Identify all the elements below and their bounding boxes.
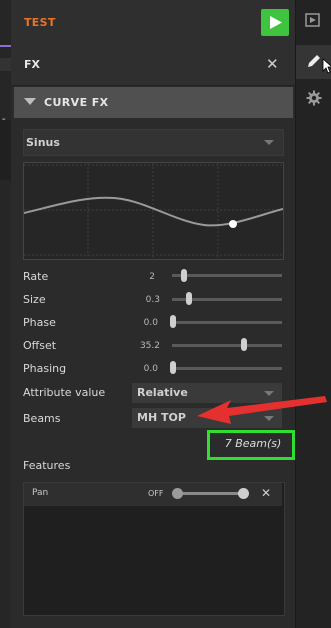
left-dropdown-stub[interactable]: ▾	[0, 58, 11, 124]
param-thumb-phasing[interactable]	[170, 361, 176, 374]
param-value-rate: 2	[149, 272, 155, 282]
param-slider-phase[interactable]	[172, 321, 282, 324]
param-slider-offset[interactable]	[172, 344, 282, 347]
param-thumb-rate[interactable]	[181, 269, 187, 282]
curve-preview	[23, 162, 284, 260]
left-accent-line	[0, 45, 11, 47]
gear-icon[interactable]	[306, 90, 322, 106]
param-label-offset: Offset	[23, 339, 57, 352]
waveform-value: Sinus	[26, 136, 60, 149]
features-label: Features	[23, 459, 71, 472]
sine-curve-graphic	[23, 163, 284, 259]
curve-fx-title: CURVE FX	[44, 96, 109, 109]
dropdown-arrow-icon	[264, 140, 274, 145]
fx-panel-title: FX	[24, 58, 40, 71]
collapse-caret-icon[interactable]	[24, 98, 36, 105]
cursor-icon	[322, 58, 331, 74]
feature-toggle-thumb-on[interactable]	[238, 488, 249, 499]
play-button[interactable]	[261, 9, 289, 36]
param-value-offset: 35.2	[139, 341, 160, 351]
param-value-phase: 0.0	[143, 318, 158, 328]
cue-title: TEST	[24, 16, 56, 29]
beams-count: 7 Beam(s)	[224, 437, 282, 450]
param-thumb-offset[interactable]	[241, 338, 247, 351]
waveform-select[interactable]	[23, 129, 284, 156]
fx-header	[11, 45, 295, 86]
attribute-value-label: Attribute value	[23, 386, 106, 399]
beams-selected: MH TOP	[137, 411, 186, 424]
param-thumb-phase[interactable]	[170, 315, 176, 328]
feature-toggle-thumb-off[interactable]	[172, 488, 183, 499]
param-label-rate: Rate	[23, 270, 49, 283]
param-label-phasing: Phasing	[23, 362, 67, 375]
left-panel-edge: ▾	[0, 0, 11, 628]
close-icon[interactable]: ✕	[266, 55, 279, 73]
attribute-value-selected: Relative	[137, 386, 188, 399]
param-label-phase: Phase	[23, 316, 56, 329]
play-icon	[270, 16, 282, 29]
left-scroll-stub	[0, 120, 11, 180]
close-icon[interactable]: ✕	[261, 486, 271, 500]
param-value-size: 0.3	[145, 295, 160, 305]
param-label-size: Size	[23, 293, 46, 306]
feature-toggle-track-pan[interactable]	[177, 492, 243, 495]
feature-state-pan: OFF	[148, 489, 164, 498]
beams-label: Beams	[23, 412, 61, 425]
pencil-icon[interactable]	[307, 54, 321, 68]
preview-icon[interactable]	[305, 13, 320, 27]
param-thumb-size[interactable]	[186, 292, 192, 305]
param-slider-rate[interactable]	[172, 274, 282, 277]
param-value-phasing: 0.0	[143, 364, 158, 374]
feature-label-pan: Pan	[32, 488, 49, 498]
param-slider-phasing[interactable]	[172, 367, 282, 370]
red-arrow-annotation	[197, 396, 327, 424]
